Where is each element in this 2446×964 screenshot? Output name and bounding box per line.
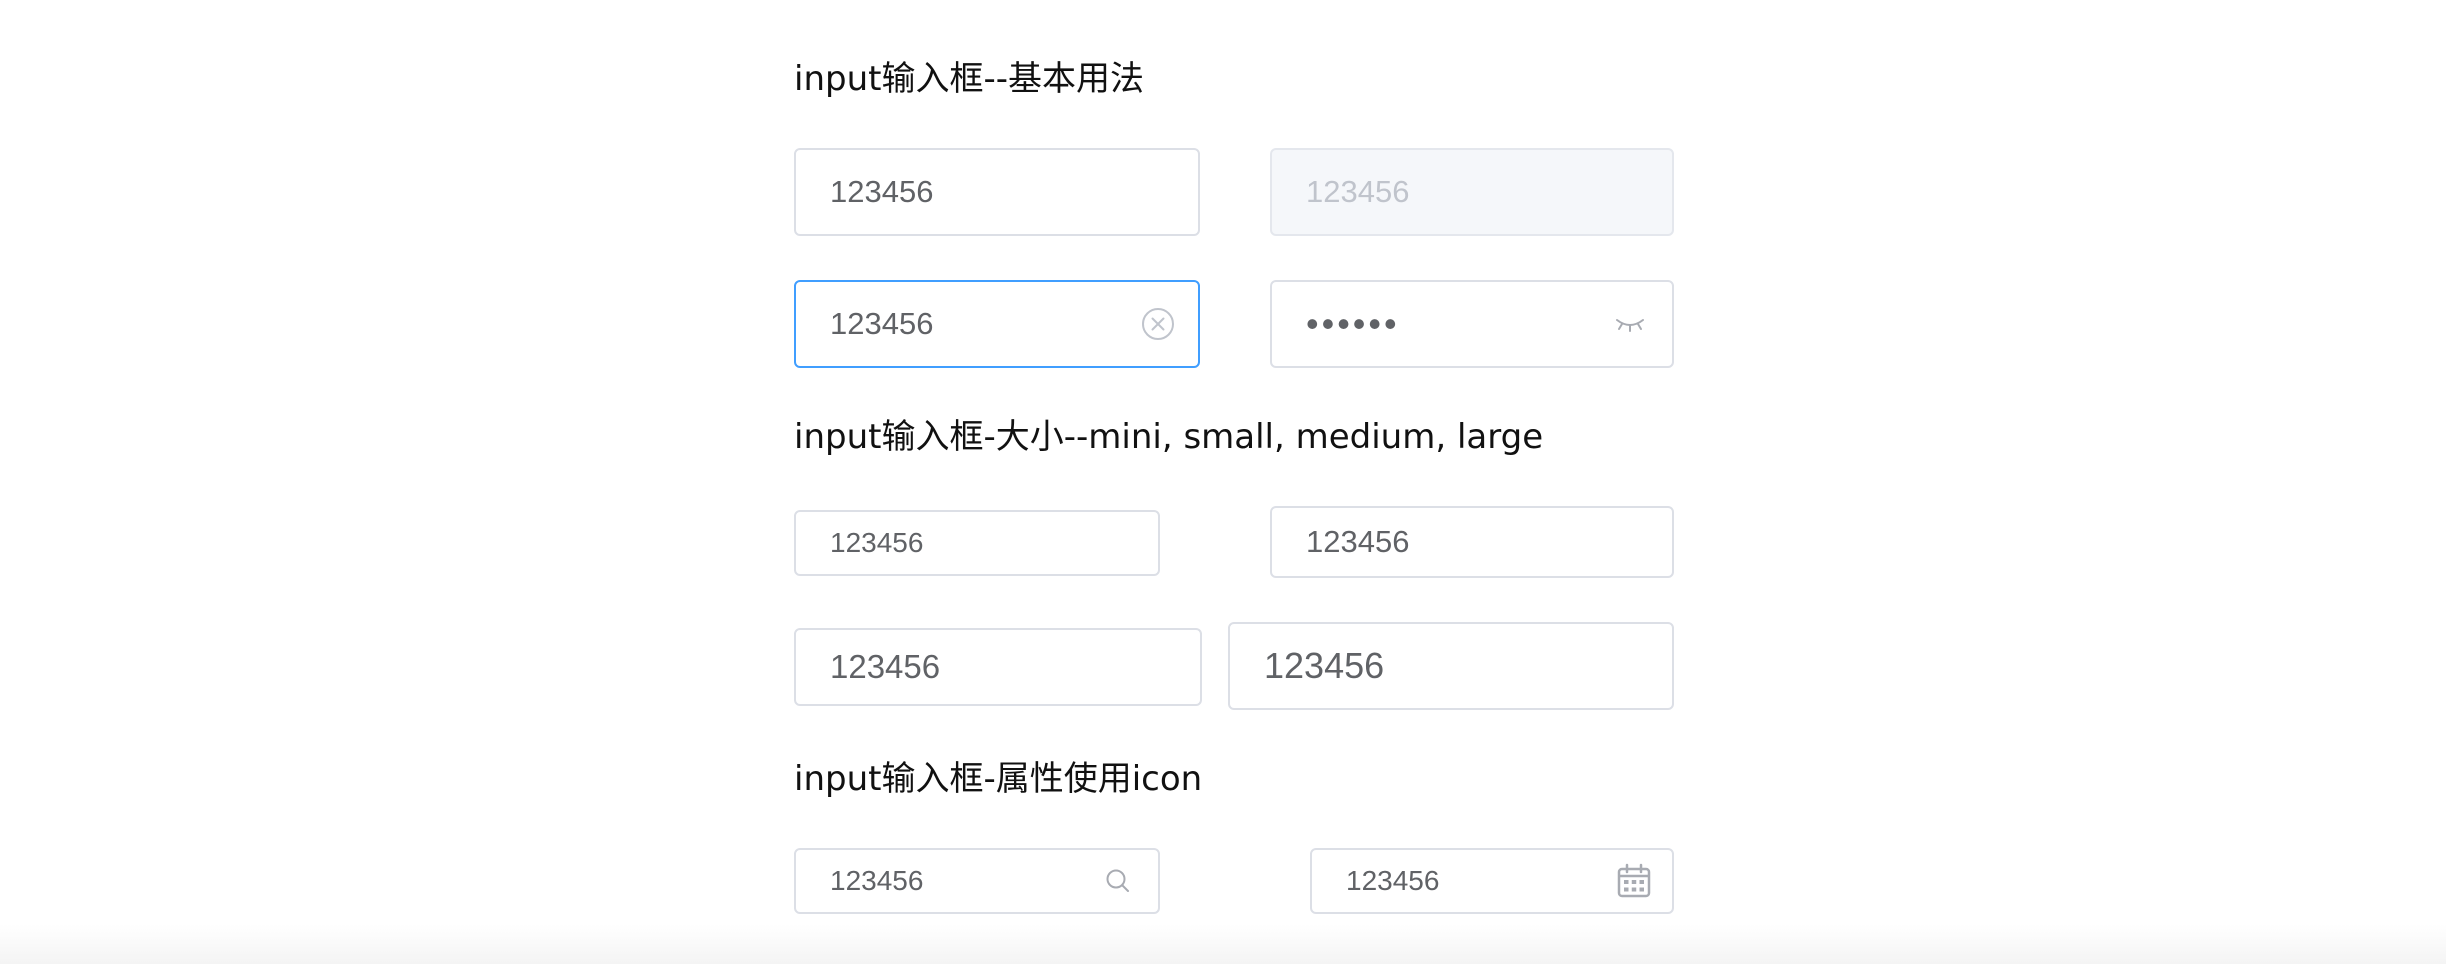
- password-input-field[interactable]: [1272, 282, 1672, 366]
- basic-input[interactable]: [794, 148, 1200, 236]
- section-title-icons: input输入框-属性使用icon: [794, 759, 1203, 799]
- small-input[interactable]: [1270, 506, 1674, 578]
- medium-input-field[interactable]: [796, 630, 1200, 704]
- mini-input-field[interactable]: [796, 512, 1158, 574]
- basic-input-field[interactable]: [796, 150, 1198, 234]
- clearable-input[interactable]: [794, 280, 1200, 368]
- page: input输入框--基本用法 input输入框-大小--mini, s: [0, 0, 2446, 964]
- bottom-scroll-shadow: [0, 924, 2446, 964]
- section-title-basic: input输入框--基本用法: [794, 59, 1144, 99]
- medium-input[interactable]: [794, 628, 1202, 706]
- disabled-input: [1270, 148, 1674, 236]
- search-input[interactable]: [794, 848, 1160, 914]
- search-icon[interactable]: [1104, 867, 1132, 895]
- section-title-sizes: input输入框-大小--mini, small, medium, large: [794, 417, 1544, 457]
- clearable-input-field[interactable]: [796, 282, 1198, 366]
- password-input[interactable]: [1270, 280, 1674, 368]
- calendar-icon[interactable]: [1616, 863, 1652, 899]
- large-input[interactable]: [1228, 622, 1674, 710]
- date-input[interactable]: [1310, 848, 1674, 914]
- eye-closed-icon[interactable]: [1614, 314, 1646, 334]
- mini-input[interactable]: [794, 510, 1160, 576]
- small-input-field[interactable]: [1272, 508, 1672, 576]
- large-input-field[interactable]: [1230, 624, 1672, 708]
- disabled-input-field: [1272, 150, 1672, 234]
- circle-close-icon[interactable]: [1140, 306, 1176, 342]
